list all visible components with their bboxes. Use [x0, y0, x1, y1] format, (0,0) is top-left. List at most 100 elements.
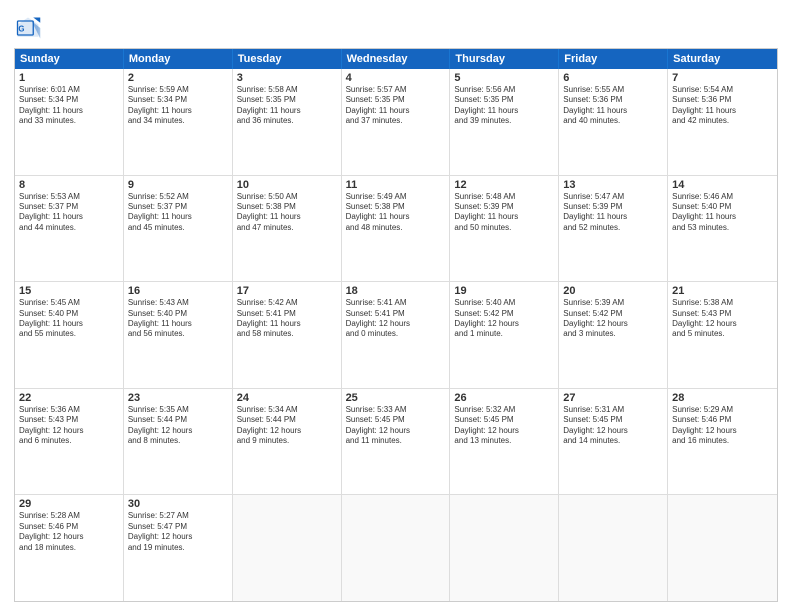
day-cell-30: 30Sunrise: 5:27 AMSunset: 5:47 PMDayligh…	[124, 495, 233, 601]
day-cell-10: 10Sunrise: 5:50 AMSunset: 5:38 PMDayligh…	[233, 176, 342, 282]
day-info-line: Daylight: 12 hours	[237, 426, 337, 436]
day-info-line: and 50 minutes.	[454, 223, 554, 233]
day-info-line: Daylight: 12 hours	[128, 532, 228, 542]
day-info-line: Daylight: 12 hours	[454, 319, 554, 329]
day-info-line: Sunrise: 5:29 AM	[672, 405, 773, 415]
empty-cell	[233, 495, 342, 601]
weekday-header-monday: Monday	[124, 49, 233, 69]
day-number: 7	[672, 72, 773, 84]
day-cell-14: 14Sunrise: 5:46 AMSunset: 5:40 PMDayligh…	[668, 176, 777, 282]
day-info-line: Sunrise: 5:33 AM	[346, 405, 446, 415]
day-info-line: and 40 minutes.	[563, 116, 663, 126]
day-info-line: Sunrise: 5:41 AM	[346, 298, 446, 308]
day-info-line: Sunrise: 5:43 AM	[128, 298, 228, 308]
day-cell-6: 6Sunrise: 5:55 AMSunset: 5:36 PMDaylight…	[559, 69, 668, 175]
day-info-line: and 0 minutes.	[346, 329, 446, 339]
day-info-line: Sunset: 5:42 PM	[454, 309, 554, 319]
day-info-line: Sunrise: 5:52 AM	[128, 192, 228, 202]
day-info-line: Daylight: 11 hours	[19, 212, 119, 222]
day-number: 25	[346, 392, 446, 404]
day-info-line: Daylight: 12 hours	[454, 426, 554, 436]
day-number: 13	[563, 179, 663, 191]
day-cell-15: 15Sunrise: 5:45 AMSunset: 5:40 PMDayligh…	[15, 282, 124, 388]
day-number: 18	[346, 285, 446, 297]
calendar-body: 1Sunrise: 6:01 AMSunset: 5:34 PMDaylight…	[15, 69, 777, 601]
day-info-line: and 5 minutes.	[672, 329, 773, 339]
day-info-line: and 56 minutes.	[128, 329, 228, 339]
day-info-line: and 16 minutes.	[672, 436, 773, 446]
day-number: 12	[454, 179, 554, 191]
day-number: 17	[237, 285, 337, 297]
page: G SundayMondayTuesdayWednesdayThursdayFr…	[0, 0, 792, 612]
day-info-line: Daylight: 12 hours	[346, 319, 446, 329]
calendar-header: SundayMondayTuesdayWednesdayThursdayFrid…	[15, 49, 777, 69]
day-info-line: and 42 minutes.	[672, 116, 773, 126]
day-info-line: Sunrise: 5:45 AM	[19, 298, 119, 308]
header: G	[14, 10, 778, 42]
day-info-line: Sunset: 5:45 PM	[563, 415, 663, 425]
day-number: 8	[19, 179, 119, 191]
day-info-line: Sunset: 5:35 PM	[346, 95, 446, 105]
day-info-line: and 33 minutes.	[19, 116, 119, 126]
calendar-week-3: 15Sunrise: 5:45 AMSunset: 5:40 PMDayligh…	[15, 281, 777, 388]
day-info-line: Sunset: 5:46 PM	[19, 522, 119, 532]
day-info-line: and 47 minutes.	[237, 223, 337, 233]
day-info-line: Sunrise: 5:39 AM	[563, 298, 663, 308]
weekday-header-friday: Friday	[559, 49, 668, 69]
day-info-line: and 6 minutes.	[19, 436, 119, 446]
day-cell-27: 27Sunrise: 5:31 AMSunset: 5:45 PMDayligh…	[559, 389, 668, 495]
day-cell-26: 26Sunrise: 5:32 AMSunset: 5:45 PMDayligh…	[450, 389, 559, 495]
day-info-line: Sunset: 5:35 PM	[237, 95, 337, 105]
day-info-line: Sunrise: 5:40 AM	[454, 298, 554, 308]
empty-cell	[668, 495, 777, 601]
day-info-line: and 9 minutes.	[237, 436, 337, 446]
day-info-line: Daylight: 11 hours	[563, 212, 663, 222]
day-info-line: Sunrise: 5:55 AM	[563, 85, 663, 95]
day-info-line: Daylight: 11 hours	[19, 106, 119, 116]
day-info-line: and 44 minutes.	[19, 223, 119, 233]
day-info-line: Sunrise: 5:42 AM	[237, 298, 337, 308]
day-info-line: Daylight: 11 hours	[346, 212, 446, 222]
day-info-line: Daylight: 12 hours	[19, 426, 119, 436]
day-info-line: Sunrise: 5:35 AM	[128, 405, 228, 415]
day-number: 21	[672, 285, 773, 297]
day-number: 9	[128, 179, 228, 191]
day-info-line: Sunrise: 5:28 AM	[19, 511, 119, 521]
day-number: 6	[563, 72, 663, 84]
weekday-header-saturday: Saturday	[668, 49, 777, 69]
day-info-line: Sunset: 5:37 PM	[128, 202, 228, 212]
day-info-line: and 36 minutes.	[237, 116, 337, 126]
day-info-line: Sunset: 5:38 PM	[237, 202, 337, 212]
day-cell-16: 16Sunrise: 5:43 AMSunset: 5:40 PMDayligh…	[124, 282, 233, 388]
day-info-line: and 13 minutes.	[454, 436, 554, 446]
day-info-line: Daylight: 11 hours	[454, 106, 554, 116]
day-cell-1: 1Sunrise: 6:01 AMSunset: 5:34 PMDaylight…	[15, 69, 124, 175]
day-cell-3: 3Sunrise: 5:58 AMSunset: 5:35 PMDaylight…	[233, 69, 342, 175]
day-number: 29	[19, 498, 119, 510]
day-cell-21: 21Sunrise: 5:38 AMSunset: 5:43 PMDayligh…	[668, 282, 777, 388]
calendar-week-1: 1Sunrise: 6:01 AMSunset: 5:34 PMDaylight…	[15, 69, 777, 175]
day-info-line: and 34 minutes.	[128, 116, 228, 126]
day-info-line: Sunset: 5:36 PM	[672, 95, 773, 105]
day-info-line: Sunset: 5:43 PM	[19, 415, 119, 425]
day-cell-19: 19Sunrise: 5:40 AMSunset: 5:42 PMDayligh…	[450, 282, 559, 388]
day-number: 2	[128, 72, 228, 84]
day-info-line: and 45 minutes.	[128, 223, 228, 233]
day-info-line: Sunset: 5:38 PM	[346, 202, 446, 212]
day-info-line: Sunset: 5:37 PM	[19, 202, 119, 212]
day-info-line: Sunrise: 5:32 AM	[454, 405, 554, 415]
day-cell-18: 18Sunrise: 5:41 AMSunset: 5:41 PMDayligh…	[342, 282, 451, 388]
weekday-header-thursday: Thursday	[450, 49, 559, 69]
day-info-line: Sunset: 5:42 PM	[563, 309, 663, 319]
day-info-line: Daylight: 12 hours	[672, 319, 773, 329]
day-info-line: Daylight: 11 hours	[237, 106, 337, 116]
day-info-line: Sunset: 5:43 PM	[672, 309, 773, 319]
day-info-line: and 58 minutes.	[237, 329, 337, 339]
day-info-line: and 19 minutes.	[128, 543, 228, 553]
day-number: 27	[563, 392, 663, 404]
day-info-line: Sunset: 5:46 PM	[672, 415, 773, 425]
day-info-line: Daylight: 11 hours	[128, 212, 228, 222]
day-info-line: Sunset: 5:44 PM	[237, 415, 337, 425]
day-info-line: and 53 minutes.	[672, 223, 773, 233]
day-info-line: and 55 minutes.	[19, 329, 119, 339]
